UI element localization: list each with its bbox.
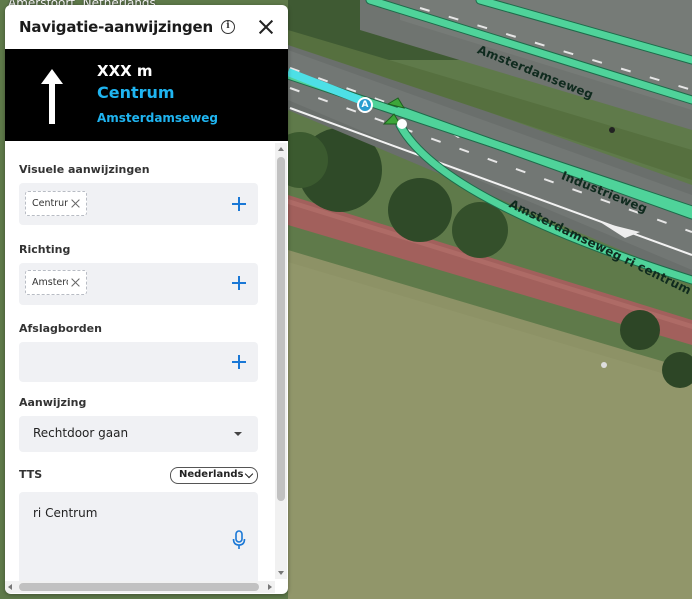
- panel-header: Navigatie-aanwijzingen i: [5, 5, 288, 49]
- tts-label: TTS: [19, 468, 43, 481]
- visual-instruction-chip-label: Centrum: [32, 198, 68, 209]
- chevron-down-icon: [244, 469, 254, 479]
- exit-signs-field[interactable]: [19, 342, 258, 382]
- visual-instruction-chip[interactable]: Centrum: [25, 191, 87, 216]
- scroll-down-icon[interactable]: [278, 571, 284, 575]
- instruction-preview: XXX m Centrum Amsterdamseweg: [5, 49, 288, 141]
- tts-language-value: Nederlands: [179, 469, 243, 480]
- microphone-icon[interactable]: [232, 530, 246, 550]
- add-exit-sign-plus-icon[interactable]: [232, 355, 246, 369]
- exit-signs-label: Afslagborden: [19, 322, 102, 335]
- info-icon[interactable]: i: [220, 20, 235, 34]
- add-direction-plus-icon[interactable]: [232, 276, 246, 290]
- horizontal-scroll-thumb[interactable]: [19, 583, 259, 591]
- panel-title: Navigatie-aanwijzingen: [19, 18, 213, 36]
- tts-language-select[interactable]: Nederlands: [170, 467, 258, 484]
- instruction-label: Aanwijzing: [19, 396, 87, 409]
- preview-direction: Centrum: [97, 83, 175, 102]
- navigation-instructions-panel: Navigatie-aanwijzingen i XXX m Centrum A…: [5, 5, 288, 594]
- tts-text-field[interactable]: ri Centrum: [19, 492, 258, 584]
- direction-label: Richting: [19, 243, 71, 256]
- scroll-right-icon[interactable]: [268, 584, 272, 590]
- chip-remove-icon[interactable]: [71, 278, 80, 287]
- instruction-select-value: Rechtdoor gaan: [33, 426, 129, 440]
- visual-instructions-field[interactable]: Centrum: [19, 183, 258, 225]
- tts-text-value: ri Centrum: [33, 506, 98, 520]
- instruction-form: Visuele aanwijzingen Centrum Richting Am…: [5, 141, 288, 594]
- scroll-up-icon[interactable]: [278, 147, 284, 151]
- chip-remove-icon[interactable]: [71, 199, 80, 208]
- close-icon[interactable]: [258, 19, 274, 35]
- horizontal-scrollbar[interactable]: [5, 581, 275, 593]
- vertical-scroll-thumb[interactable]: [277, 157, 285, 501]
- visual-instructions-label: Visuele aanwijzingen: [19, 163, 150, 176]
- route-point-marker[interactable]: A: [357, 97, 373, 113]
- arrow-straight-icon: [41, 69, 63, 124]
- vertical-scrollbar[interactable]: [275, 143, 287, 579]
- direction-chip-label: Amsterdamseweg: [32, 277, 68, 288]
- preview-street: Amsterdamseweg: [97, 111, 219, 125]
- scroll-left-icon[interactable]: [8, 584, 12, 590]
- add-visual-instruction-plus-icon[interactable]: [232, 197, 246, 211]
- direction-field[interactable]: Amsterdamseweg: [19, 263, 258, 305]
- chevron-down-icon: [234, 432, 242, 436]
- instruction-select[interactable]: Rechtdoor gaan: [19, 416, 258, 452]
- direction-chip[interactable]: Amsterdamseweg: [25, 270, 87, 295]
- preview-distance: XXX m: [97, 62, 153, 80]
